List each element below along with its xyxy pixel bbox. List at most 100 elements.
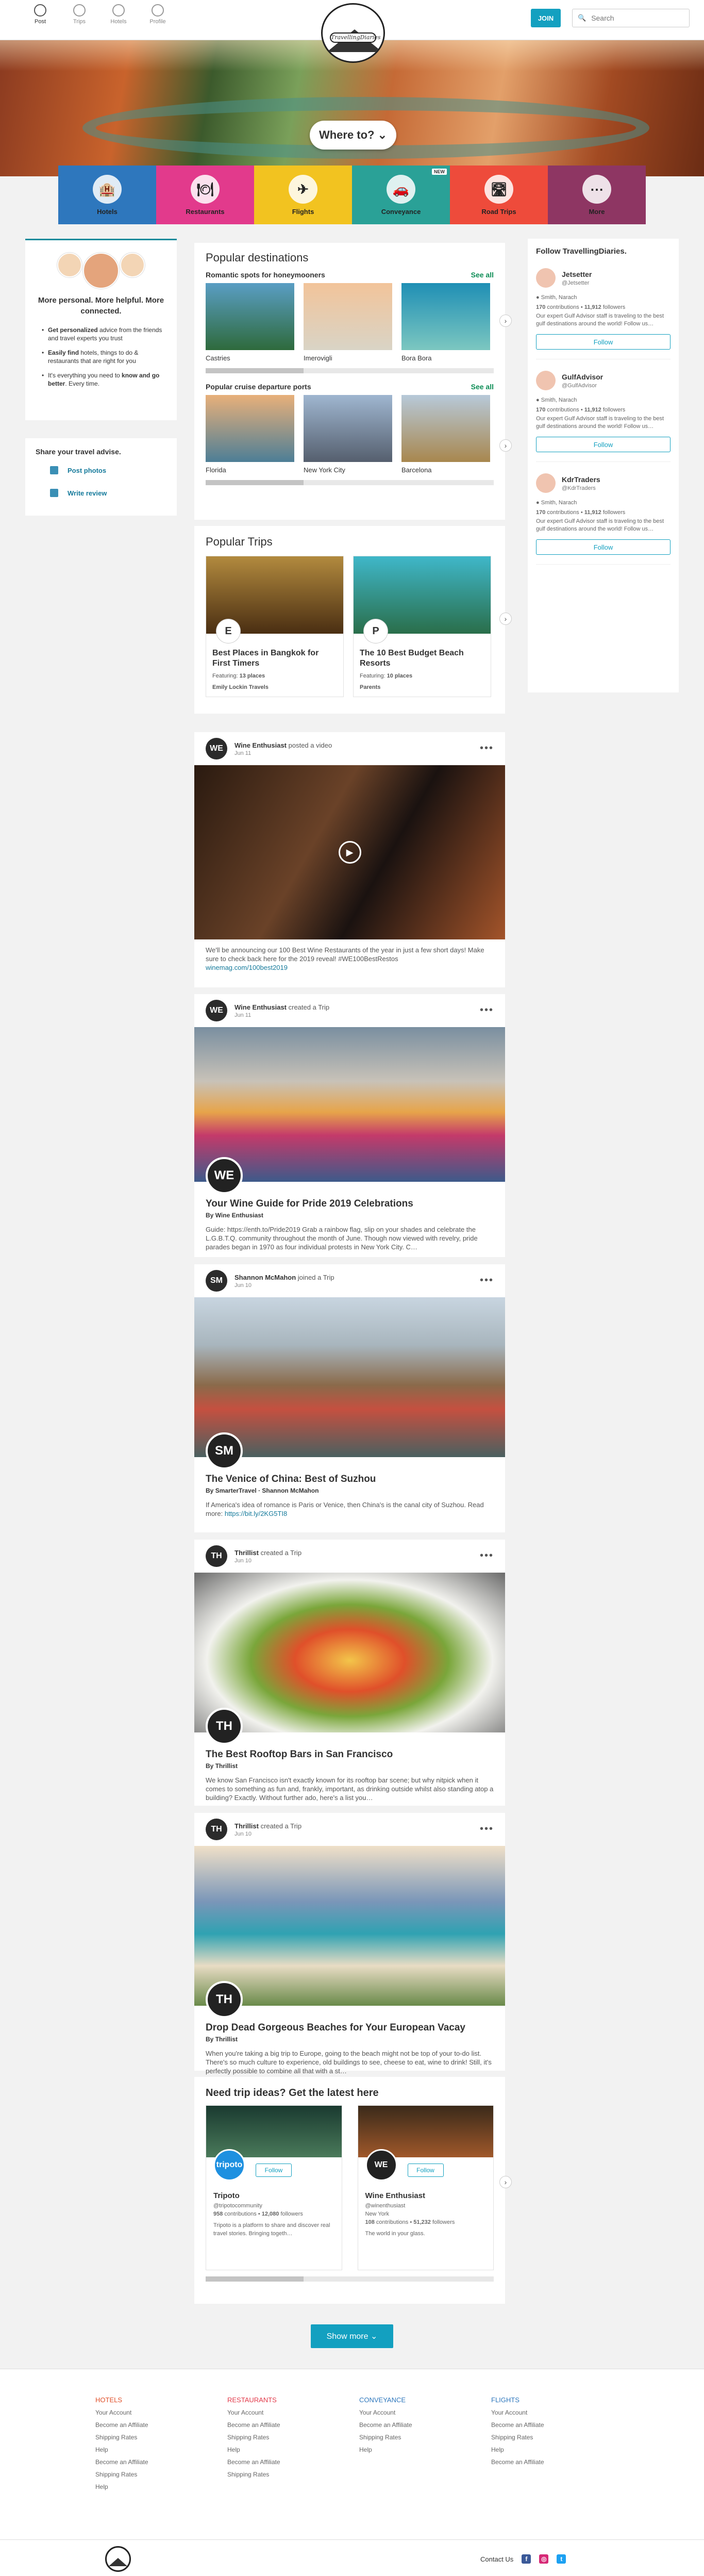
follow-button[interactable]: Follow — [407, 2164, 444, 2177]
avatar[interactable] — [536, 268, 556, 288]
instagram-icon[interactable]: ◎ — [539, 2554, 549, 2564]
avatar[interactable]: WE — [206, 1000, 227, 1021]
more-options-icon[interactable]: ••• — [480, 1275, 494, 1286]
profile-name[interactable]: Tripoto — [213, 2191, 240, 2200]
see-all-link[interactable]: See all — [471, 383, 494, 391]
destination-tile[interactable]: Barcelona — [401, 395, 490, 474]
nav-trips[interactable]: Trips — [69, 4, 90, 25]
nav-profile[interactable]: Profile — [147, 4, 168, 25]
more-options-icon[interactable]: ••• — [480, 1550, 494, 1562]
footer-link[interactable]: Shipping Rates — [227, 2434, 330, 2441]
scrollbar[interactable] — [206, 368, 494, 373]
footer-link[interactable]: Become an Affiliate — [359, 2421, 462, 2429]
post-author[interactable]: Shannon McMahon — [234, 1274, 296, 1281]
post-title[interactable]: The Venice of China: Best of Suzhou — [194, 1457, 505, 1487]
footer-link[interactable]: Become an Affiliate — [95, 2458, 198, 2466]
footer-link[interactable]: Become an Affiliate — [227, 2421, 330, 2429]
avatar[interactable] — [536, 473, 556, 493]
avatar[interactable]: TH — [206, 1819, 227, 1840]
destination-image[interactable] — [304, 283, 392, 350]
avatar[interactable] — [536, 371, 556, 390]
footer-link[interactable]: Your Account — [491, 2409, 594, 2416]
destination-image[interactable] — [401, 283, 490, 350]
post-image[interactable]: WE — [194, 1027, 505, 1194]
destination-tile[interactable]: Castries — [206, 283, 294, 362]
footer-link[interactable]: Become an Affiliate — [491, 2421, 594, 2429]
show-more-button[interactable]: Show more ⌄ — [311, 2324, 393, 2348]
destination-image[interactable] — [304, 395, 392, 462]
category-hotels[interactable]: 🏨 Hotels — [58, 166, 156, 224]
footer-link[interactable]: Help — [491, 2446, 594, 2453]
user-name[interactable]: KdrTraders — [562, 475, 600, 484]
footer-link[interactable]: Help — [227, 2446, 330, 2453]
post-author[interactable]: Wine Enthusiast — [234, 1003, 287, 1011]
footer-link[interactable]: Shipping Rates — [491, 2434, 594, 2441]
post-photos-link[interactable]: Post photos — [50, 466, 166, 474]
post-image[interactable]: TH — [194, 1846, 505, 2018]
footer-link[interactable]: Become an Affiliate — [491, 2458, 594, 2466]
post-image[interactable]: ▶ — [194, 765, 505, 939]
destination-tile[interactable]: Imerovigli — [304, 283, 392, 362]
footer-link[interactable]: Your Account — [95, 2409, 198, 2416]
footer-link[interactable]: Your Account — [359, 2409, 462, 2416]
post-image[interactable]: TH — [194, 1573, 505, 1745]
destination-tile[interactable]: Florida — [206, 395, 294, 474]
follow-button[interactable]: Follow — [536, 539, 671, 555]
follow-button[interactable]: Follow — [256, 2164, 292, 2177]
post-author[interactable]: Wine Enthusiast — [234, 741, 287, 749]
post-title[interactable]: Drop Dead Gorgeous Beaches for Your Euro… — [194, 2006, 505, 2036]
destination-image[interactable] — [206, 283, 294, 350]
carousel-next-icon[interactable]: › — [499, 315, 512, 327]
footer-link[interactable]: Help — [359, 2446, 462, 2453]
where-to-button[interactable]: Where to? ⌄ — [310, 121, 396, 150]
site-logo[interactable]: TravellingDiaries — [321, 3, 385, 63]
more-options-icon[interactable]: ••• — [480, 742, 494, 754]
post-link[interactable]: winemag.com/100best2019 — [206, 964, 288, 971]
user-name[interactable]: GulfAdvisor — [562, 373, 603, 381]
contact-us-link[interactable]: Contact Us — [480, 2555, 513, 2563]
avatar[interactable]: SM — [206, 1270, 227, 1292]
follow-button[interactable]: Follow — [536, 437, 671, 452]
join-button[interactable]: JOIN — [531, 9, 561, 27]
category-restaurants[interactable]: 🍽 Restaurants — [156, 166, 254, 224]
destination-tile[interactable]: New York City — [304, 395, 392, 474]
scrollbar[interactable] — [206, 480, 494, 485]
footer-link[interactable]: Help — [95, 2446, 198, 2453]
footer-link[interactable]: Become an Affiliate — [227, 2458, 330, 2466]
twitter-icon[interactable]: t — [557, 2554, 566, 2564]
profile-card[interactable]: tripoto Follow Tripoto @tripotocommunity 958… — [206, 2105, 342, 2270]
trip-card[interactable]: E Best Places in Bangkok for First Timers… — [206, 556, 344, 697]
post-link[interactable]: https://bit.ly/2KG5TI8 — [225, 1510, 287, 1517]
nav-hotels[interactable]: Hotels — [108, 4, 129, 25]
destination-tile[interactable]: Bora Bora — [401, 283, 490, 362]
trip-author[interactable]: Emily Lockin Travels — [206, 683, 343, 691]
play-icon[interactable]: ▶ — [338, 841, 361, 864]
footer-link[interactable]: Help — [95, 2483, 198, 2490]
footer-link[interactable]: Become an Affiliate — [95, 2421, 198, 2429]
post-title[interactable]: The Best Rooftop Bars in San Francisco — [194, 1732, 505, 1762]
profile-card[interactable]: WE Follow Wine Enthusiast @winenthusiast New… — [357, 2105, 494, 2270]
category-flights[interactable]: ✈ Flights — [254, 166, 352, 224]
carousel-next-icon[interactable]: › — [499, 613, 512, 625]
search-box[interactable]: 🔍 — [572, 9, 690, 27]
facebook-icon[interactable]: f — [522, 2554, 531, 2564]
write-review-link[interactable]: Write review — [50, 489, 166, 497]
profile-avatar[interactable]: tripoto — [213, 2149, 245, 2181]
post-title[interactable]: Your Wine Guide for Pride 2019 Celebrati… — [194, 1182, 505, 1212]
follow-button[interactable]: Follow — [536, 334, 671, 350]
trip-author[interactable]: Parents — [354, 683, 491, 691]
avatar[interactable]: TH — [206, 1545, 227, 1567]
trip-card[interactable]: P The 10 Best Budget Beach Resorts Featuri… — [353, 556, 491, 697]
category-more[interactable]: ⋯ More — [548, 166, 646, 224]
destination-image[interactable] — [206, 395, 294, 462]
nav-post[interactable]: Post — [30, 4, 51, 25]
post-image[interactable]: SM — [194, 1297, 505, 1469]
post-author[interactable]: Thrillist — [234, 1549, 259, 1557]
footer-link[interactable]: Your Account — [227, 2409, 330, 2416]
footer-link[interactable]: Shipping Rates — [95, 2471, 198, 2478]
profile-name[interactable]: Wine Enthusiast — [365, 2191, 426, 2200]
search-input[interactable] — [591, 14, 679, 22]
see-all-link[interactable]: See all — [471, 271, 494, 279]
footer-link[interactable]: Shipping Rates — [227, 2471, 330, 2478]
user-name[interactable]: Jetsetter — [562, 270, 592, 278]
